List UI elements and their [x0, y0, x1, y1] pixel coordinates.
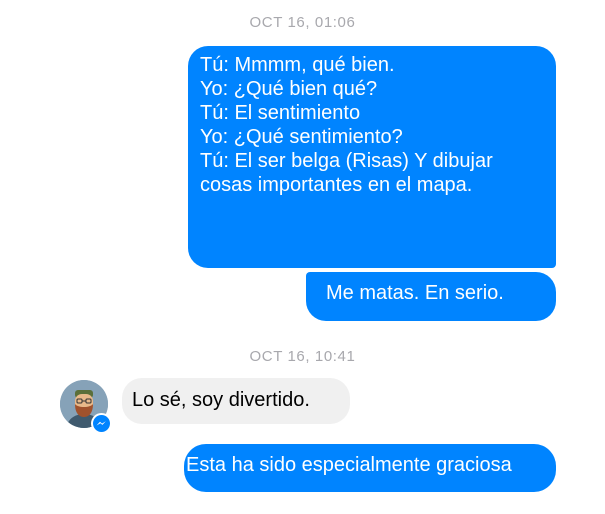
message-line: Yo: ¿Qué sentimiento?	[200, 126, 403, 148]
outgoing-message-bubble[interactable]: Esta ha sido especialmente graciosa	[184, 444, 556, 492]
message-line: Tú: Mmmm, qué bien.	[200, 54, 395, 76]
message-text: Esta ha sido especialmente graciosa	[186, 454, 512, 476]
message-text: Me matas. En serio.	[326, 282, 504, 304]
outgoing-message-bubble[interactable]: Me matas. En serio.	[306, 272, 556, 321]
message-text: Lo sé, soy divertido.	[132, 389, 310, 411]
message-line: Yo: ¿Qué bien qué?	[200, 78, 378, 100]
message-line: cosas importantes en el mapa.	[200, 174, 473, 196]
outgoing-message-bubble[interactable]: Tú: Mmmm, qué bien. Yo: ¿Qué bien qué? T…	[188, 46, 556, 268]
message-line: Tú: El ser belga (Risas) Y dibujar	[200, 150, 493, 172]
incoming-message-bubble[interactable]: Lo sé, soy divertido.	[122, 378, 350, 424]
timestamp-2: OCT 16, 10:41	[249, 348, 356, 365]
timestamp-1: OCT 16, 01:06	[249, 14, 356, 31]
message-line: Tú: El sentimiento	[200, 102, 361, 124]
messenger-icon	[91, 413, 112, 434]
